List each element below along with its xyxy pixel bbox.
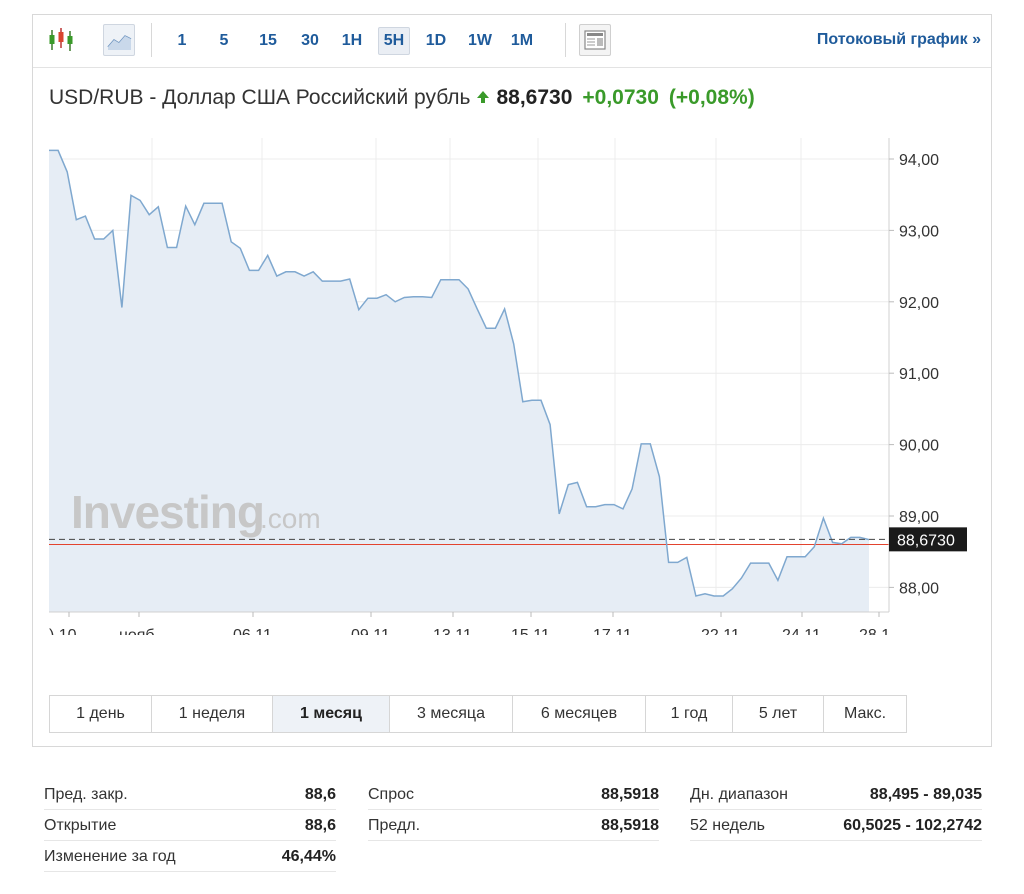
stat-row: Дн. диапазон 88,495 - 89,035 [690,780,982,810]
x-tick-label: 13.11 [433,627,472,635]
stat-row: Открытие 88,6 [44,811,336,841]
y-tick-label: 92,00 [899,295,939,312]
y-tick-label: 88,00 [899,580,939,597]
stat-label: 52 недель [690,817,765,834]
period-tab[interactable]: Макс. [824,696,906,732]
x-tick-label: 17.11 [593,627,632,635]
y-tick-label: 90,00 [899,438,939,455]
period-tab[interactable]: 3 месяца [390,696,513,732]
stat-value: 88,495 - 89,035 [869,786,982,803]
stat-row: Пред. закр. 88,6 [44,780,336,810]
stat-label: Пред. закр. [44,786,128,803]
y-tick-label: 93,00 [899,223,939,240]
y-tick-label: 89,00 [899,509,939,526]
x-tick-label: ).10 [49,627,77,635]
stat-value: 46,44% [281,848,336,865]
period-tab[interactable]: 1 год [646,696,733,732]
x-tick-label: 24.11 [782,627,821,635]
x-tick-label: 22.11 [701,627,740,635]
x-tick-label: 09.11 [351,627,390,635]
stat-value: 88,5918 [601,817,659,834]
stat-row: Спрос 88,5918 [368,780,659,810]
stat-value: 60,5025 - 102,2742 [843,817,982,834]
period-selector: 1 день 1 неделя 1 месяц 3 месяца 6 месяцев 1 … [49,695,907,733]
investing-watermark-suffix: .com [260,503,321,534]
x-tick-label: 06.11 [233,627,272,635]
stat-row: Изменение за год 46,44% [44,842,336,872]
x-tick-label: нояб [119,627,155,635]
stat-label: Предл. [368,817,421,834]
period-tab[interactable]: 6 месяцев [513,696,646,732]
price-chart[interactable]: Investing.com 94,00 93,00 92,00 91,00 90,00 89… [33,15,991,635]
price-area-fill [49,150,869,612]
period-tab[interactable]: 1 месяц [273,696,390,732]
x-tick-label: 28.1 [859,627,890,635]
stat-label: Дн. диапазон [690,786,789,803]
x-tick-label: 15.11 [511,627,550,635]
stat-row: Предл. 88,5918 [368,811,659,841]
stat-value: 88,6 [304,817,336,834]
stat-value: 88,5918 [601,786,659,803]
y-tick-label: 94,00 [899,152,939,169]
stat-label: Открытие [44,817,117,834]
investing-watermark: Investing [71,486,264,538]
current-price-label: 88,6730 [897,532,955,549]
period-tab[interactable]: 1 день [50,696,152,732]
period-tab[interactable]: 1 неделя [152,696,273,732]
period-tab[interactable]: 5 лет [733,696,824,732]
stat-row: 52 недель 60,5025 - 102,2742 [690,811,982,841]
stat-label: Изменение за год [44,848,176,865]
chart-widget: 1 5 15 30 1H 5H 1D 1W 1M Потоковый график » USD/… [32,14,992,747]
stat-value: 88,6 [304,786,336,803]
stat-label: Спрос [368,786,415,803]
y-tick-label: 91,00 [899,366,939,383]
